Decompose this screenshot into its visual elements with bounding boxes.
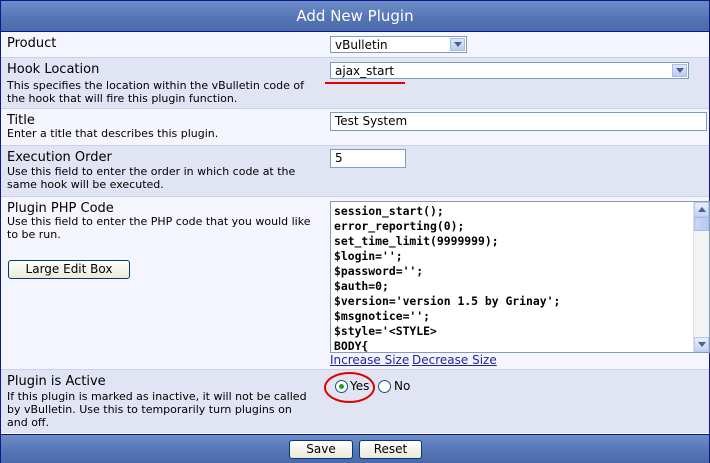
add-plugin-form: Add New Plugin Product vBulletin Hook Lo…: [0, 0, 710, 463]
hook-location-label: Hook Location: [7, 62, 100, 77]
title-input[interactable]: Test System: [330, 112, 707, 131]
product-label: Product: [7, 36, 57, 51]
active-no-label[interactable]: No: [394, 379, 410, 393]
product-row: Product vBulletin: [1, 32, 709, 58]
hook-location-select-value: ajax_start: [335, 64, 395, 78]
title-row: Title Enter a title that describes this …: [1, 109, 709, 146]
product-select[interactable]: vBulletin: [330, 36, 467, 53]
form-footer: Save Reset: [1, 434, 709, 463]
hook-location-select[interactable]: ajax_start: [330, 62, 689, 79]
active-no-radio[interactable]: [378, 380, 391, 393]
execution-order-row: Execution Order Use this field to enter …: [1, 146, 709, 197]
php-code-label: Plugin PHP Code: [7, 201, 114, 216]
form-header: Add New Plugin: [1, 1, 709, 32]
yes-circle-annotation: [324, 372, 375, 403]
hook-underline-annotation: [325, 82, 405, 84]
execution-order-description: Use this field to enter the order in whi…: [7, 165, 296, 191]
increase-size-link[interactable]: Increase Size: [330, 353, 409, 367]
php-code-textarea[interactable]: session_start(); error_reporting(0); set…: [330, 201, 710, 353]
title-label: Title: [7, 113, 35, 128]
execution-order-label: Execution Order: [7, 150, 112, 165]
scroll-down-icon[interactable]: [694, 337, 709, 352]
large-edit-box-button[interactable]: Large Edit Box: [8, 260, 130, 279]
save-button[interactable]: Save: [289, 440, 353, 459]
decrease-size-link[interactable]: Decrease Size: [412, 353, 497, 367]
scroll-up-icon[interactable]: [694, 202, 709, 217]
product-select-value: vBulletin: [335, 38, 388, 52]
execution-order-input[interactable]: 5: [330, 149, 406, 168]
php-code-description: Use this field to enter the PHP code tha…: [7, 215, 311, 241]
php-code-text: session_start(); error_reporting(0); set…: [334, 204, 561, 353]
plugin-active-label: Plugin is Active: [7, 374, 106, 389]
reset-button[interactable]: Reset: [359, 440, 422, 459]
hook-location-description: This specifies the location within the v…: [7, 79, 304, 105]
title-description: Enter a title that describes this plugin…: [7, 127, 219, 140]
plugin-active-description: If this plugin is marked as inactive, it…: [7, 390, 307, 429]
chevron-down-icon[interactable]: [672, 64, 687, 77]
scroll-thumb[interactable]: [694, 217, 709, 231]
code-scrollbar[interactable]: [693, 202, 709, 352]
chevron-down-icon[interactable]: [450, 38, 465, 51]
